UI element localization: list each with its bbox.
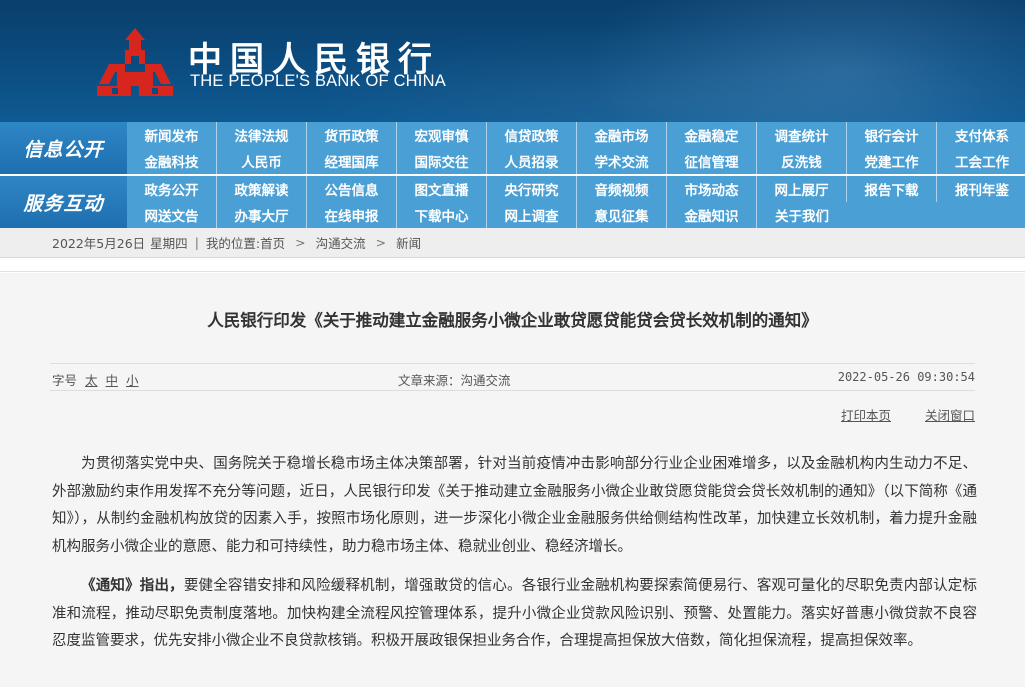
nav-item-financial-market[interactable]: 金融市场 (577, 122, 667, 148)
nav-item-financial-knowledge[interactable]: 金融知识 (667, 202, 757, 228)
nav-item-market-news[interactable]: 市场动态 (667, 176, 757, 202)
nav-item-service-hall[interactable]: 办事大厅 (217, 202, 307, 228)
print-page-link[interactable]: 打印本页 (841, 408, 891, 423)
current-date: 2022年5月26日 (52, 236, 146, 251)
paragraph-lead: 《通知》指出， (81, 578, 184, 594)
nav-item-download-center[interactable]: 下载中心 (397, 202, 487, 228)
nav-item-audio-video[interactable]: 音频视频 (577, 176, 667, 202)
nav-info-disclosure: 信息公开 新闻发布 法律法规 货币政策 宏观审慎 信贷政策 金融市场 金融稳定 … (0, 122, 1025, 176)
article-container: 人民银行印发《关于推动建立金融服务小微企业敢贷愿贷能贷会贷长效机制的通知》 字号… (0, 273, 1025, 687)
breadcrumb-section-link[interactable]: 沟通交流 (316, 233, 366, 252)
breadcrumb-divider: | (194, 235, 199, 250)
nav-item-online-filing[interactable]: 在线申报 (307, 202, 397, 228)
article-title: 人民银行印发《关于推动建立金融服务小微企业敢贷愿贷能贷会贷长效机制的通知》 (207, 311, 818, 330)
article-datetime: 2022-05-26 09:30:54 (837, 370, 975, 384)
source-label: 文章来源： (398, 373, 461, 388)
font-size-medium-link[interactable]: 中 (106, 373, 119, 388)
nav-item-research[interactable]: 央行研究 (487, 176, 577, 202)
pboc-logo-icon[interactable] (95, 24, 175, 99)
breadcrumb-arrow-icon: > (295, 235, 306, 250)
nav-service-interaction: 服务互动 政务公开 政策解读 公告信息 图文直播 央行研究 音频视频 市场动态 … (0, 176, 1025, 228)
nav-item-laws[interactable]: 法律法规 (217, 122, 307, 148)
font-size-large-link[interactable]: 太 (85, 373, 98, 388)
nav-info-row-1: 新闻发布 法律法规 货币政策 宏观审慎 信贷政策 金融市场 金融稳定 调查统计 … (127, 122, 1025, 148)
nav-item-live-broadcast[interactable]: 图文直播 (397, 176, 487, 202)
font-size-selector: 字号 太 中 小 (52, 370, 139, 389)
nav-item-statistics[interactable]: 调查统计 (757, 122, 847, 148)
nav-item-online-notices[interactable]: 网送文告 (127, 202, 217, 228)
nav-info-row-2: 金融科技 人民币 经理国库 国际交往 人员招录 学术交流 征信管理 反洗钱 党建… (127, 148, 1025, 174)
nav-item-recruitment[interactable]: 人员招录 (487, 148, 577, 174)
nav-item-yearbook[interactable]: 报刊年鉴 (937, 176, 1025, 202)
font-size-label: 字号 (52, 373, 78, 388)
nav-item-financial-stability[interactable]: 金融稳定 (667, 122, 757, 148)
paragraph-body: 要健全容错安排和风险缓释机制，增强敢贷的信心。各银行业金融机构要探索简便易行、客… (52, 578, 977, 649)
nav-item-online-survey[interactable]: 网上调查 (487, 202, 577, 228)
breadcrumb-arrow-icon: > (375, 235, 387, 250)
article-paragraph-1: 为贯彻落实党中央、国务院关于稳增长稳市场主体决策部署，针对当前疫情冲击影响部分行… (52, 456, 977, 555)
nav-item-policy-interpretation[interactable]: 政策解读 (217, 176, 307, 202)
location-label: 我的位置: (205, 236, 261, 251)
content-gap (0, 258, 1025, 272)
nav-info-title: 信息公开 (0, 122, 127, 174)
nav-item-online-exhibition[interactable]: 网上展厅 (757, 176, 847, 202)
header-banner: 中国人民银行 THE PEOPLE'S BANK OF CHINA (0, 0, 1025, 122)
nav-item-opinion-collection[interactable]: 意见征集 (577, 202, 667, 228)
nav-item-fintech[interactable]: 金融科技 (127, 148, 217, 174)
nav-service-row-2: 网送文告 办事大厅 在线申报 下载中心 网上调查 意见征集 金融知识 关于我们 (127, 202, 847, 228)
nav-item-rmb[interactable]: 人民币 (217, 148, 307, 174)
close-window-link[interactable]: 关闭窗口 (925, 408, 975, 423)
nav-item-international[interactable]: 国际交往 (397, 148, 487, 174)
nav-item-payment-system[interactable]: 支付体系 (937, 122, 1025, 148)
nav-item-accounting[interactable]: 银行会计 (847, 122, 937, 148)
current-weekday: 星期四 (150, 236, 188, 251)
nav-service-title: 服务互动 (0, 176, 127, 228)
nav-item-union[interactable]: 工会工作 (937, 148, 1025, 174)
nav-item-credit-policy[interactable]: 信贷政策 (487, 122, 577, 148)
nav-service-row-1: 政务公开 政策解读 公告信息 图文直播 央行研究 音频视频 市场动态 网上展厅 … (127, 176, 1025, 202)
nav-item-news-release[interactable]: 新闻发布 (127, 122, 217, 148)
font-size-small-link[interactable]: 小 (126, 373, 139, 388)
breadcrumb-current-link[interactable]: 新闻 (396, 233, 421, 252)
nav-item-report-download[interactable]: 报告下载 (847, 176, 937, 202)
bank-name-english: THE PEOPLE'S BANK OF CHINA (190, 72, 446, 90)
breadcrumb-home-link[interactable]: 首页 (260, 233, 285, 252)
nav-item-monetary-policy[interactable]: 货币政策 (307, 122, 397, 148)
article-source: 文章来源：沟通交流 (398, 370, 511, 389)
nav-item-anti-money-laundering[interactable]: 反洗钱 (757, 148, 847, 174)
article-tools: 打印本页 关闭窗口 (811, 405, 975, 424)
nav-item-academic[interactable]: 学术交流 (577, 148, 667, 174)
nav-item-announcements[interactable]: 公告信息 (307, 176, 397, 202)
nav-item-party-building[interactable]: 党建工作 (847, 148, 937, 174)
breadcrumb: 2022年5月26日 星期四 | 我的位置: 首页 > 沟通交流 > 新闻 (0, 228, 1025, 258)
nav-item-about-us[interactable]: 关于我们 (757, 202, 847, 228)
article-paragraph-2: 《通知》指出，要健全容错安排和风险缓释机制，增强敢贷的信心。各银行业金融机构要探… (52, 573, 977, 656)
nav-item-macro-prudential[interactable]: 宏观审慎 (397, 122, 487, 148)
nav-item-credit-reporting[interactable]: 征信管理 (667, 148, 757, 174)
nav-item-government-affairs[interactable]: 政务公开 (127, 176, 217, 202)
nav-item-treasury[interactable]: 经理国库 (307, 148, 397, 174)
source-value: 沟通交流 (460, 373, 511, 388)
article-meta-bar: 字号 太 中 小 文章来源：沟通交流 2022-05-26 09:30:54 (50, 363, 975, 391)
